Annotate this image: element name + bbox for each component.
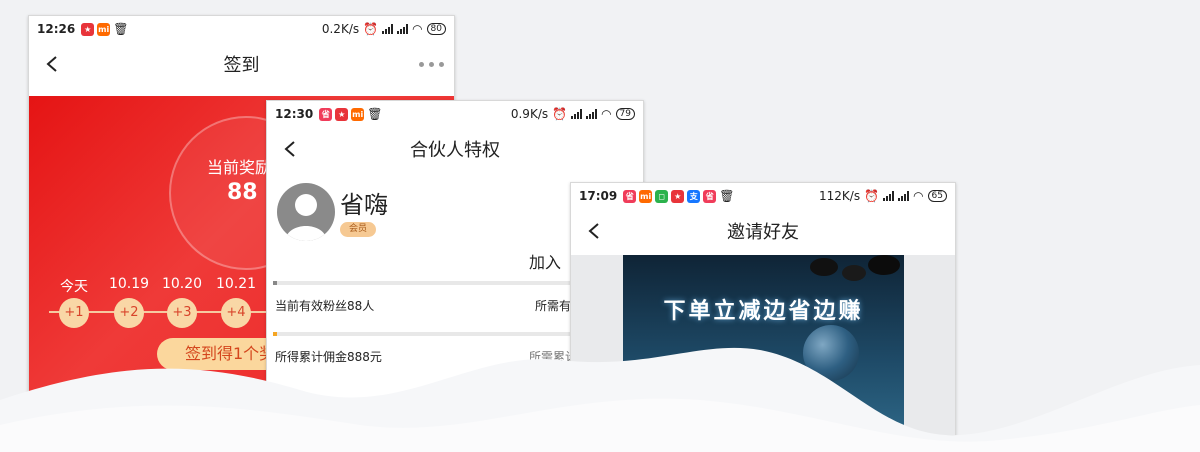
day-points[interactable]: +2 xyxy=(114,298,144,328)
mi-icon: mi xyxy=(97,22,111,36)
mi-icon: mi xyxy=(639,189,653,203)
signal-icon xyxy=(382,24,394,34)
more-options-icon[interactable] xyxy=(419,62,444,67)
signal-icon-2 xyxy=(586,109,598,119)
wifi-icon: ◠ xyxy=(412,22,423,36)
alipay-icon: 支 xyxy=(687,189,701,203)
mi-icon: mi xyxy=(351,107,365,121)
day-label: 10.20 xyxy=(161,276,203,292)
signal-icon xyxy=(883,191,895,201)
trash-icon: 🗑 xyxy=(719,189,735,203)
signal-icon xyxy=(571,109,583,119)
nav-bar: 合伙人特权 xyxy=(267,127,643,171)
join-label: 加入 xyxy=(529,253,562,272)
status-bar: 12:26 ★ mi 🗑 0.2K/s ⏰ ◠ 80 xyxy=(29,16,454,42)
alarm-icon: ⏰ xyxy=(552,107,568,121)
day-points[interactable]: +3 xyxy=(167,298,197,328)
asteroid-decoration xyxy=(810,255,900,281)
reward-value: 88 xyxy=(227,180,258,205)
page-title: 邀请好友 xyxy=(727,222,799,243)
app-notification-icon: 省 xyxy=(703,189,717,203)
battery-indicator: 65 xyxy=(927,190,947,202)
back-arrow-icon[interactable] xyxy=(43,54,63,74)
signal-icon-2 xyxy=(397,24,409,34)
alarm-icon: ⏰ xyxy=(363,22,379,36)
network-speed: 0.2K/s xyxy=(321,22,360,36)
status-bar: 17:09 省 mi ◻ ★ 支 省 🗑 112K/s ⏰ ◠ 65 xyxy=(571,183,955,209)
day-label: 今天 xyxy=(60,279,88,295)
day-points[interactable]: +4 xyxy=(221,298,251,328)
signal-icon-2 xyxy=(898,191,910,201)
status-time: 12:30 xyxy=(275,107,314,121)
nav-bar: 签到 xyxy=(29,42,454,86)
app-notification-icon: 省 xyxy=(623,189,637,203)
status-time: 17:09 xyxy=(579,189,618,203)
poster-title: 下单立减边省边赚 xyxy=(663,298,864,324)
wave-decoration xyxy=(0,347,1200,452)
battery-indicator: 79 xyxy=(615,108,635,120)
fans-required-text: 所需有 xyxy=(535,299,572,313)
status-time: 12:26 xyxy=(37,22,76,36)
day-label: 10.21 xyxy=(215,276,257,292)
reward-label: 当前奖励 xyxy=(207,158,272,177)
app-notification-icon: ◻ xyxy=(655,189,669,203)
wifi-icon: ◠ xyxy=(601,107,612,121)
user-name: 省嗨 xyxy=(340,191,388,219)
back-arrow-icon[interactable] xyxy=(585,221,605,241)
app-notification-icon: ★ xyxy=(335,107,349,121)
app-notification-icon: ★ xyxy=(671,189,685,203)
app-notification-icon: 省 xyxy=(319,107,333,121)
user-avatar-icon xyxy=(285,194,327,241)
page-title: 签到 xyxy=(223,55,260,76)
member-badge: 会员 xyxy=(340,222,376,237)
nav-bar: 邀请好友 xyxy=(571,209,955,253)
network-speed: 112K/s xyxy=(819,189,861,203)
alarm-icon: ⏰ xyxy=(864,189,880,203)
day-points[interactable]: +1 xyxy=(59,298,89,328)
status-bar: 12:30 省 ★ mi 🗑 0.9K/s ⏰ ◠ 79 xyxy=(267,101,643,127)
back-arrow-icon[interactable] xyxy=(281,139,301,159)
day-label: 10.19 xyxy=(108,276,150,292)
trash-icon: 🗑 xyxy=(367,107,383,121)
page-title: 合伙人特权 xyxy=(410,140,500,161)
avatar xyxy=(277,183,335,241)
network-speed: 0.9K/s xyxy=(510,107,549,121)
wifi-icon: ◠ xyxy=(913,189,924,203)
battery-indicator: 80 xyxy=(426,23,446,35)
fans-count-text: 当前有效粉丝88人 xyxy=(275,299,375,313)
app-notification-icon: ★ xyxy=(81,22,95,36)
trash-icon: 🗑 xyxy=(113,22,129,36)
